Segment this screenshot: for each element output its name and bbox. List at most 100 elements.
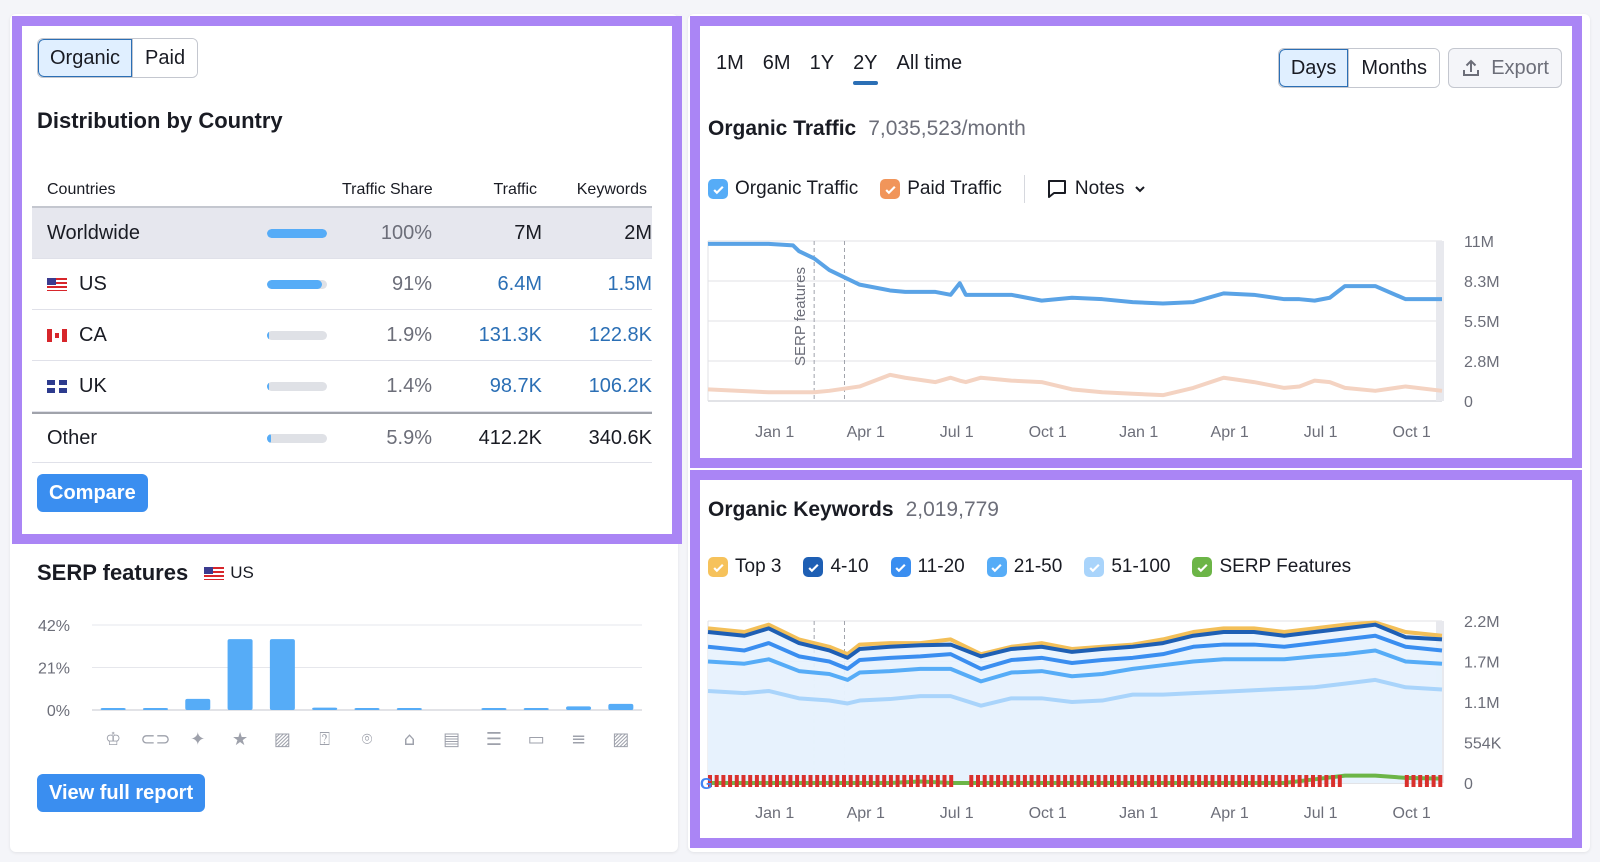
featured-snippet-icon[interactable]: ♔ bbox=[105, 729, 121, 750]
traffic-value[interactable]: 98.7K bbox=[432, 375, 542, 398]
series-paid-traffic[interactable] bbox=[707, 372, 1443, 398]
range-tab-2y[interactable]: 2Y bbox=[845, 50, 885, 85]
legend-21-50[interactable]: 21-50 bbox=[986, 556, 1063, 578]
bar-local-pack[interactable] bbox=[354, 708, 380, 710]
local-pack-icon[interactable]: ⌾ bbox=[362, 729, 373, 750]
y-tick-label: 5.5M bbox=[1464, 314, 1500, 331]
legend-paid-traffic[interactable]: Paid Traffic bbox=[880, 178, 1002, 200]
traffic-value[interactable]: 131.3K bbox=[432, 324, 542, 347]
legend-label: Top 3 bbox=[735, 556, 782, 577]
x-tick-label: Oct 1 bbox=[1029, 805, 1067, 822]
image-pack-icon[interactable]: ▨ bbox=[612, 729, 629, 750]
toggle-paid[interactable]: Paid bbox=[132, 39, 198, 77]
bar-related-searches[interactable] bbox=[566, 706, 592, 710]
toggle-months[interactable]: Months bbox=[1348, 49, 1439, 87]
keywords-legend: Top 3 4-10 11-20 21-50 51-100 SERP Features bbox=[708, 556, 1373, 578]
people-also-ask-icon[interactable]: ⍰ bbox=[319, 729, 330, 750]
view-full-report-button[interactable]: View full report bbox=[37, 774, 206, 812]
range-tab-6m[interactable]: 6M bbox=[755, 50, 799, 77]
legend-51-100[interactable]: 51-100 bbox=[1084, 556, 1170, 578]
legend-11-20[interactable]: 11-20 bbox=[890, 556, 965, 578]
top-stories-icon[interactable]: ▤ bbox=[443, 729, 460, 750]
country-table: Countries Traffic Share Traffic Keywords… bbox=[32, 174, 652, 463]
organic-keywords-widget: Organic Keywords 2,019,779 Top 3 4-10 11-2… bbox=[690, 470, 1582, 848]
toggle-organic[interactable]: Organic bbox=[38, 39, 133, 77]
serp-features-header: SERP features US bbox=[37, 560, 254, 586]
bar-people-also-ask[interactable] bbox=[312, 707, 338, 710]
bar-featured-snippet[interactable] bbox=[100, 708, 126, 710]
country-name[interactable]: US bbox=[32, 273, 267, 296]
series-organic-traffic[interactable] bbox=[708, 241, 1442, 306]
x-tick-label: Oct 1 bbox=[1393, 805, 1431, 822]
annotation-label[interactable]: SERP features bbox=[792, 267, 809, 366]
related-searches-icon[interactable]: ≡ bbox=[571, 729, 586, 750]
legend-top-3[interactable]: Top 3 bbox=[708, 556, 781, 578]
image-icon[interactable]: ▨ bbox=[274, 729, 291, 750]
col-traffic-share: Traffic Share bbox=[342, 181, 433, 198]
legend-4-10[interactable]: 4-10 bbox=[803, 556, 869, 578]
traffic-share-value: 5.9% bbox=[386, 426, 432, 449]
traffic-value[interactable]: 6.4M bbox=[432, 273, 542, 296]
legend-label: Paid Traffic bbox=[907, 178, 1002, 199]
export-button[interactable]: Export bbox=[1448, 48, 1562, 88]
x-tick-label: Jul 1 bbox=[940, 805, 974, 822]
traffic-share-bar bbox=[267, 228, 347, 238]
range-tab-1y[interactable]: 1Y bbox=[802, 50, 842, 77]
organic-traffic-chart: 0 2.8M 5.5M 8.3M 11M Jan 1 Apr 1 Jul 1 Oct 1 Jan … bbox=[707, 234, 1500, 441]
country-name[interactable]: UK bbox=[32, 375, 267, 398]
toggle-days[interactable]: Days bbox=[1278, 49, 1349, 87]
traffic-share-bar bbox=[267, 433, 347, 443]
ca-flag-icon bbox=[47, 328, 67, 342]
reviews-icon[interactable]: ★ bbox=[232, 729, 248, 750]
bar-ai-overview[interactable] bbox=[185, 698, 211, 710]
keywords-value[interactable]: 106.2K bbox=[542, 375, 652, 398]
country-name[interactable]: CA bbox=[32, 324, 267, 347]
sitelinks-icon[interactable]: ⊂⊃ bbox=[140, 729, 170, 750]
export-label: Export bbox=[1491, 56, 1549, 79]
country-name: Other bbox=[32, 427, 267, 450]
discussions-icon[interactable]: ▭ bbox=[528, 729, 545, 750]
us-flag-icon bbox=[47, 277, 67, 291]
bar-knowledge-panel[interactable] bbox=[396, 708, 422, 710]
bar-image[interactable] bbox=[269, 639, 295, 710]
traffic-share-value: 1.4% bbox=[386, 374, 432, 397]
legend-serp-features[interactable]: SERP Features bbox=[1192, 556, 1351, 578]
y-tick-label: 0 bbox=[1464, 394, 1473, 411]
country-name: Worldwide bbox=[32, 222, 267, 245]
notes-dropdown[interactable]: Notes bbox=[1047, 178, 1147, 200]
bar-reviews[interactable] bbox=[227, 639, 253, 710]
knowledge-panel-icon[interactable]: ⌂ bbox=[404, 729, 415, 750]
traffic-value: 7M bbox=[514, 221, 542, 244]
ai-overview-icon[interactable]: ✦ bbox=[190, 729, 205, 750]
bar-sitelinks[interactable] bbox=[142, 708, 168, 710]
col-traffic: Traffic bbox=[493, 181, 537, 198]
legend-organic-traffic[interactable]: Organic Traffic bbox=[708, 178, 858, 200]
chevron-down-icon bbox=[1134, 186, 1145, 193]
bar-image-pack[interactable] bbox=[608, 703, 634, 710]
x-tick-label: Apr 1 bbox=[1211, 805, 1249, 822]
range-tab-all-time[interactable]: All time bbox=[889, 50, 971, 77]
keywords-value[interactable]: 1.5M bbox=[542, 273, 652, 296]
serp-country-selector[interactable]: US bbox=[204, 563, 254, 583]
organic-keywords-heading: Organic Keywords 2,019,779 bbox=[708, 498, 999, 522]
google-icon[interactable]: G bbox=[700, 776, 712, 793]
bar-discussions[interactable] bbox=[523, 708, 549, 710]
things-to-know-icon[interactable]: ☰ bbox=[486, 729, 502, 750]
legend-label: 21-50 bbox=[1013, 556, 1063, 577]
checkbox-checked-icon bbox=[890, 557, 911, 577]
keywords-value[interactable]: 122.8K bbox=[542, 324, 652, 347]
legend-label: Organic Traffic bbox=[735, 178, 859, 199]
legend-label: 4-10 bbox=[830, 556, 869, 577]
us-flag-icon bbox=[204, 566, 225, 580]
col-keywords: Keywords bbox=[576, 181, 647, 198]
table-row: Worldwide 100% 7M 2M bbox=[32, 208, 652, 259]
bar-things-to-know[interactable] bbox=[481, 708, 507, 710]
notes-label: Notes bbox=[1074, 178, 1125, 199]
range-tab-1m[interactable]: 1M bbox=[708, 50, 752, 77]
compare-button[interactable]: Compare bbox=[37, 474, 148, 512]
distribution-title: Distribution by Country bbox=[37, 108, 283, 133]
scroll-handle[interactable] bbox=[1436, 241, 1444, 401]
organic-traffic-heading: Organic Traffic 7,035,523/month bbox=[708, 117, 1026, 141]
serp-features-chart: 0% 21% 42% ♔ ⊂⊃ ✦ ★ ▨ ⍰ ⌾ ⌂ ▤ ☰ ▭ ≡ ▨ bbox=[38, 618, 642, 750]
checkbox-checked-icon bbox=[708, 179, 728, 199]
